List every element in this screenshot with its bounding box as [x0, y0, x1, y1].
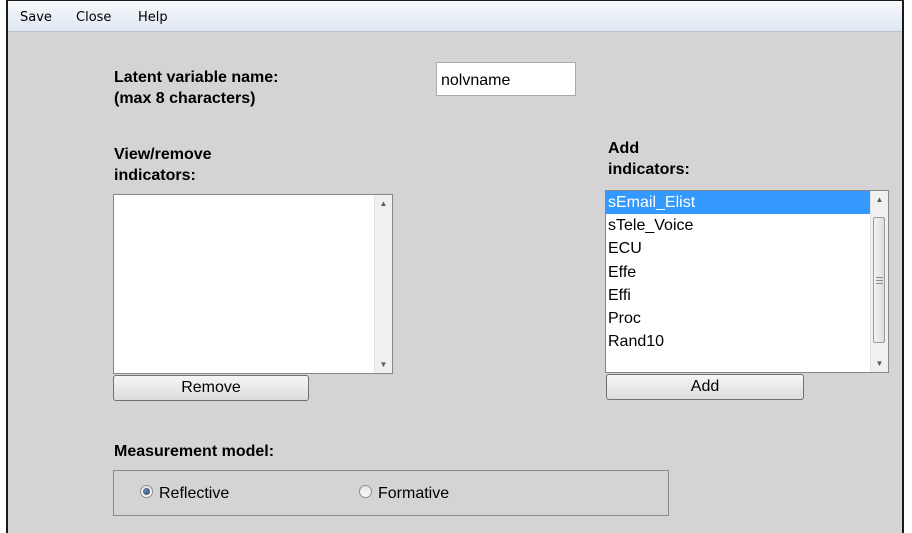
menu-help[interactable]: Help [138, 10, 168, 25]
radio-unchecked-icon[interactable] [359, 485, 372, 499]
view-remove-label-line1: View/remove [114, 146, 212, 163]
indicator-list-item[interactable]: Effi [606, 284, 871, 307]
view-remove-label: View/remove indicators: [114, 144, 212, 186]
reflective-radio[interactable]: Reflective [140, 485, 229, 503]
menu-save[interactable]: Save [20, 10, 52, 25]
add-indicators-label-line2: indicators: [608, 161, 690, 178]
view-remove-items [114, 195, 375, 373]
scroll-down-icon[interactable]: ▼ [375, 356, 392, 373]
add-indicators-listbox[interactable]: sEmail_Elist sTele_Voice ECU Effe Effi Proc Ra… [605, 190, 889, 373]
dialog-window: Save Close Help Latent variable name: (m… [6, 0, 904, 533]
grip-line [876, 277, 883, 278]
add-indicators-label-line1: Add [608, 140, 640, 157]
latent-name-label-line1: Latent variable name: [114, 69, 279, 86]
radio-checked-icon[interactable] [140, 485, 153, 499]
formative-radio[interactable]: Formative [359, 485, 449, 503]
measurement-model-group: Reflective Formative [113, 470, 669, 516]
add-button[interactable]: Add [606, 374, 804, 400]
grip-line [876, 280, 883, 281]
grip-line [876, 283, 883, 284]
formative-label: Formative [378, 485, 450, 502]
measurement-model-label: Measurement model: [114, 443, 275, 460]
add-indicators-label: Add indicators: [608, 138, 690, 180]
latent-name-input[interactable]: nolvname [436, 62, 576, 96]
indicator-list-item[interactable]: Effe [606, 261, 871, 284]
latent-name-label: Latent variable name: (max 8 characters) [114, 67, 279, 109]
indicator-list-item[interactable]: sTele_Voice [606, 214, 871, 237]
indicator-list-item[interactable]: Proc [606, 307, 871, 330]
latent-name-label-line2: (max 8 characters) [114, 90, 256, 107]
view-remove-listbox[interactable]: ▲ ▼ [113, 194, 393, 374]
view-remove-scrollbar[interactable]: ▲ ▼ [374, 195, 392, 373]
add-indicators-items: sEmail_Elist sTele_Voice ECU Effe Effi Proc Ra… [606, 191, 871, 372]
indicator-list-item[interactable]: sEmail_Elist [606, 191, 871, 215]
reflective-label: Reflective [159, 485, 230, 502]
add-indicators-scrollbar[interactable]: ▲ ▼ [870, 191, 888, 372]
indicator-list-item[interactable]: Rand10 [606, 330, 871, 353]
scroll-thumb[interactable] [873, 217, 885, 343]
scroll-down-icon[interactable]: ▼ [871, 355, 888, 372]
view-remove-label-line2: indicators: [114, 167, 196, 184]
remove-button[interactable]: Remove [113, 375, 309, 401]
menu-close[interactable]: Close [76, 10, 111, 25]
menu-bar: Save Close Help [8, 1, 902, 32]
scroll-up-icon[interactable]: ▲ [871, 191, 888, 208]
indicator-list-item[interactable]: ECU [606, 237, 871, 260]
scroll-up-icon[interactable]: ▲ [375, 195, 392, 212]
